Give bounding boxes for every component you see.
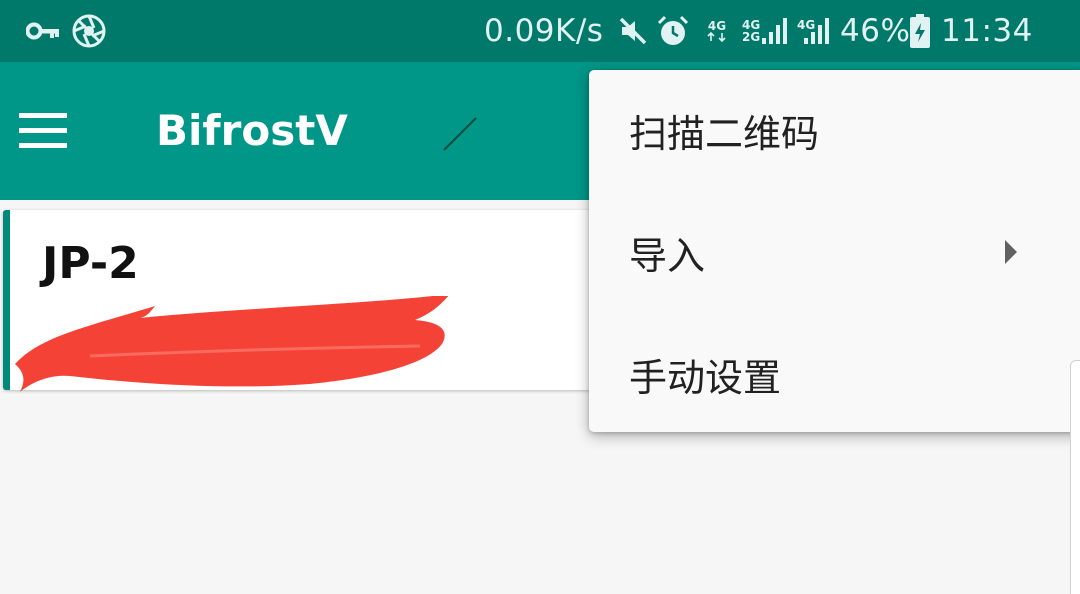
menu-item-label: 导入 bbox=[629, 233, 706, 278]
network-speed: 0.09K/s bbox=[484, 13, 604, 49]
sim1-network-type: 4G bbox=[707, 19, 727, 33]
clock: 11:34 bbox=[941, 13, 1033, 49]
sim1-indicator: 4G bbox=[706, 0, 728, 62]
app-title: BifrostV bbox=[156, 106, 348, 155]
server-list-item[interactable]: JP-2 bbox=[3, 210, 643, 392]
phone-screen: 0.09K/s 4G 4G 2G 4G 46% 11:34 BifrostV J… bbox=[0, 0, 1080, 594]
server-name: JP-2 bbox=[42, 238, 139, 289]
submenu-arrow-icon bbox=[1005, 240, 1017, 264]
overflow-popup-menu: 扫描二维码 导入 手动设置 bbox=[589, 70, 1080, 432]
menu-item-scan-qr-code[interactable]: 扫描二维码 bbox=[589, 70, 1080, 190]
sim2-indicator: 4G 2G bbox=[742, 0, 760, 62]
navigation-drawer-button[interactable] bbox=[8, 96, 78, 166]
connection-status-icon bbox=[443, 117, 477, 151]
hamburger-menu-icon bbox=[19, 113, 67, 148]
menu-item-label: 扫描二维码 bbox=[629, 111, 820, 156]
signal-icon bbox=[762, 0, 790, 62]
mute-icon bbox=[618, 0, 648, 62]
menu-item-manual-setup[interactable]: 手动设置 bbox=[589, 314, 1080, 434]
aperture-icon bbox=[72, 0, 106, 62]
floating-panel-edge bbox=[1070, 360, 1080, 594]
signal-icon bbox=[804, 0, 832, 62]
alarm-icon bbox=[656, 0, 690, 62]
redaction-scribble bbox=[15, 296, 449, 392]
menu-item-import[interactable]: 导入 bbox=[589, 192, 1080, 312]
battery-percent: 46% bbox=[840, 13, 911, 49]
battery-charging-icon bbox=[910, 0, 930, 62]
sim2-network-type-bottom: 2G bbox=[742, 30, 761, 44]
status-bar: 0.09K/s 4G 4G 2G 4G 46% 11:34 bbox=[0, 0, 1080, 62]
key-icon bbox=[26, 0, 60, 62]
menu-item-label: 手动设置 bbox=[629, 355, 782, 400]
